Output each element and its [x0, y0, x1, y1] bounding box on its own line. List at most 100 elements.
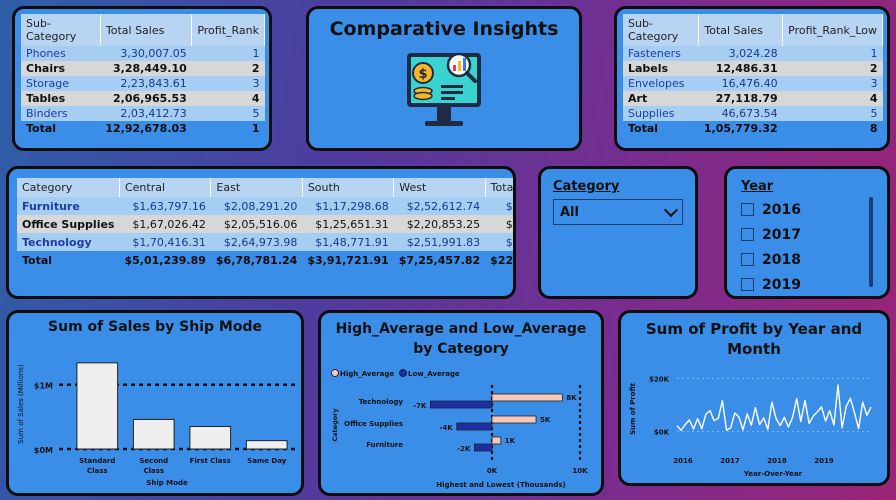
col-profit-rank[interactable]: Profit_Rank — [191, 14, 265, 46]
cell: $7,41,999.80 — [485, 197, 513, 215]
col-west[interactable]: West — [393, 178, 486, 197]
col-total[interactable]: Total — [485, 178, 513, 197]
low-profit-table[interactable]: Sub-Category Total Sales Profit_Rank_Low… — [623, 14, 883, 136]
table-row[interactable]: Tables 2,06,965.53 4 — [21, 91, 265, 106]
year-option-2019[interactable]: 2019 — [741, 272, 873, 296]
x-tick-label: Standard — [79, 457, 115, 465]
cell: Phones — [21, 46, 101, 61]
table-row[interactable]: Art 27,118.79 4 — [623, 91, 883, 106]
cell: $8,36,154.03 — [485, 233, 513, 251]
legend-label: High_Average — [340, 370, 394, 378]
table-row[interactable]: Technology $1,70,416.31 $2,64,973.98 $1,… — [17, 233, 513, 251]
col-subcategory[interactable]: Sub-Category — [21, 14, 101, 46]
category-dropdown[interactable]: All — [553, 199, 683, 225]
x-tick-label: 2016 — [673, 457, 693, 465]
bar-low — [473, 443, 493, 452]
bar-high — [491, 415, 537, 424]
chevron-down-icon — [663, 202, 679, 217]
table-row[interactable]: Furniture $1,63,797.16 $2,08,291.20 $1,1… — [17, 197, 513, 215]
year-slicer: Year 2016 2017 2018 2019 — [724, 166, 890, 299]
ship-mode-bar-chart[interactable]: $1M $0M Sum of Sales (Millions) Standard Cla… — [9, 341, 301, 496]
table-row[interactable]: Office Supplies $1,67,026.42 $2,05,516.0… — [17, 215, 513, 233]
table-row[interactable]: Chairs 3,28,449.10 2 — [21, 61, 265, 76]
checkbox[interactable] — [741, 278, 754, 291]
cell: 46,673.54 — [698, 106, 783, 121]
y-tick-label: Furniture — [366, 441, 403, 449]
title-card: Comparative Insights $ — [306, 6, 582, 151]
cell: 27,118.79 — [698, 91, 783, 106]
top-profit-table[interactable]: Sub-Category Total Sales Profit_Rank Pho… — [21, 14, 265, 136]
y-tick-label: $0M — [34, 446, 53, 455]
bar-low — [430, 400, 493, 409]
table-row[interactable]: Supplies 46,673.54 5 — [623, 106, 883, 121]
col-central[interactable]: Central — [119, 178, 212, 197]
cell: $6,78,781.24 — [215, 253, 298, 267]
data-label: -4K — [440, 424, 454, 432]
table-row[interactable]: Envelopes 16,476.40 3 — [623, 76, 883, 91]
cell: 5 — [782, 106, 883, 121]
checkbox[interactable] — [741, 203, 754, 216]
x-axis-label: Ship Mode — [146, 479, 188, 487]
col-east[interactable]: East — [210, 178, 303, 197]
table-row[interactable]: Labels 12,486.31 2 — [623, 61, 883, 76]
cell: $2,08,291.20 — [210, 197, 303, 215]
region-matrix[interactable]: Category Central East South West Total F… — [17, 178, 514, 269]
cell: 3,28,449.10 — [100, 61, 192, 76]
cell: 2,06,965.53 — [100, 91, 192, 106]
table-header: Sub-Category Total Sales Profit_Rank_Low — [623, 14, 883, 46]
legend-label: Low_Average — [408, 370, 460, 378]
chart-title: High_Average and Low_Average by Category — [335, 321, 587, 358]
cell: Storage — [21, 76, 101, 91]
x-tick-label: Second — [139, 457, 168, 465]
table-row[interactable]: Fasteners 3,024.28 1 — [623, 46, 883, 61]
bar-high — [491, 393, 563, 402]
cell: 2,03,412.73 — [100, 106, 192, 121]
col-total-sales[interactable]: Total Sales — [698, 14, 784, 46]
table-row[interactable]: Storage 2,23,843.61 3 — [21, 76, 265, 91]
category-slicer-label: Category — [553, 179, 620, 194]
col-category[interactable]: Category — [17, 178, 120, 197]
cell: Total — [26, 122, 57, 135]
cell: $1,70,416.31 — [119, 233, 211, 251]
cell: $7,25,457.82 — [398, 253, 481, 267]
cell: Tables — [21, 91, 101, 106]
cell: $1,48,771.91 — [302, 233, 394, 251]
checkbox[interactable] — [741, 228, 754, 241]
top-profit-table-card: Sub-Category Total Sales Profit_Rank Pho… — [12, 6, 272, 151]
cell: $1,67,026.42 — [119, 215, 211, 233]
cell: $22,97,200.86 — [490, 253, 514, 267]
chart-title: Sum of Sales by Ship Mode — [48, 319, 262, 335]
cell: Office Supplies — [17, 215, 120, 233]
cell: $2,20,853.25 — [393, 215, 486, 233]
checkbox[interactable] — [741, 253, 754, 266]
cell: Supplies — [623, 106, 699, 121]
cell: 16,476.40 — [698, 76, 783, 91]
x-tick-label: 2018 — [767, 457, 787, 465]
scrollbar[interactable] — [869, 197, 873, 287]
avg-category-bar-chart[interactable]: High_Average Low_Average 0K 10K Highest and … — [321, 365, 601, 493]
cell: Fasteners — [623, 46, 699, 61]
table-row[interactable]: Binders 2,03,412.73 5 — [21, 106, 265, 121]
table-row[interactable]: Phones 3,30,007.05 1 — [21, 46, 265, 61]
y-tick-label: Technology — [359, 398, 404, 406]
cell: Art — [623, 91, 699, 106]
col-profit-rank-low[interactable]: Profit_Rank_Low — [782, 14, 883, 46]
legend-marker — [399, 369, 407, 377]
col-south[interactable]: South — [302, 178, 395, 197]
year-option-2017[interactable]: 2017 — [741, 222, 873, 247]
cell: 8 — [869, 122, 878, 135]
year-option-2018[interactable]: 2018 — [741, 247, 873, 272]
table-header: Sub-Category Total Sales Profit_Rank — [21, 14, 265, 46]
x-tick-label: 0K — [487, 467, 498, 475]
bar — [76, 362, 119, 450]
y-axis-label: Sum of Sales (Millions) — [17, 364, 25, 444]
cell: 4 — [191, 91, 265, 106]
bar — [132, 418, 175, 450]
data-label: -2K — [457, 445, 471, 453]
bar-high — [491, 436, 502, 445]
year-option-2016[interactable]: 2016 — [741, 197, 873, 222]
col-total-sales[interactable]: Total Sales — [100, 14, 193, 46]
cell: Labels — [623, 61, 699, 76]
profit-line-chart[interactable]: $20K $0K Sum of Profit 2016 2017 2018 2019 Year… — [621, 365, 887, 483]
col-subcategory[interactable]: Sub-Category — [623, 14, 700, 46]
